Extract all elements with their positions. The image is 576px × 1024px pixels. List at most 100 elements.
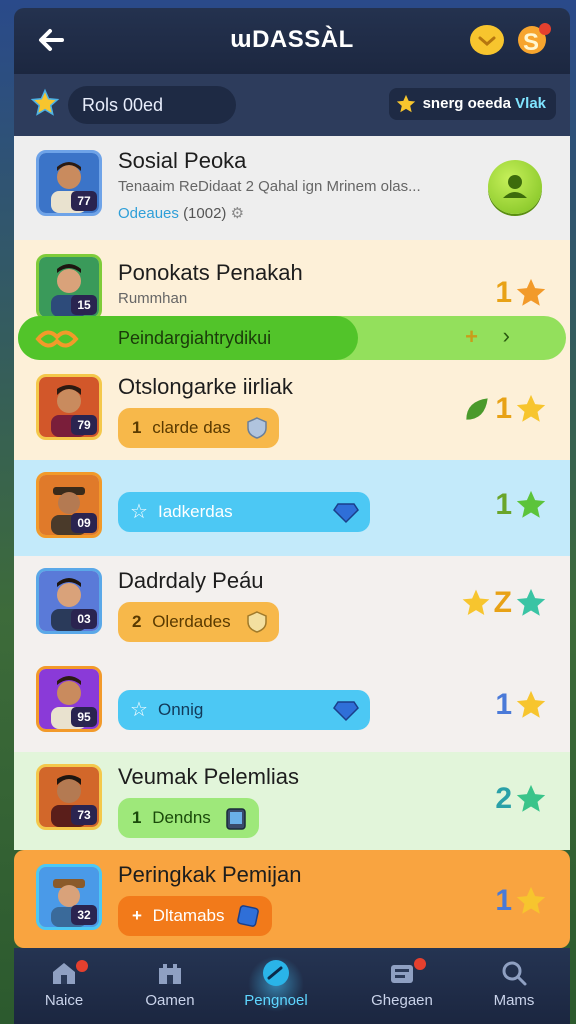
nav-label: Pengnoel <box>244 992 308 1009</box>
notification-dot <box>76 960 88 972</box>
list-item[interactable]: 03 Dadrdaly Peáu 2 Olerdades Z <box>14 556 570 654</box>
list-item[interactable]: 95 ☆ Onnig 1 <box>14 654 570 752</box>
plus-icon: + <box>465 324 478 349</box>
nav-item-leaderboard[interactable]: Pengnoel <box>226 956 326 1018</box>
player-name: Peringkak Pemijan <box>118 862 302 887</box>
leaderboard-list: 77 Sosial Peoka Tenaaim ReDidaat 2 Qahal… <box>14 136 570 948</box>
score: 2 <box>495 782 548 816</box>
star-icon <box>516 886 546 914</box>
score-value: 2 <box>495 782 512 815</box>
rank-bar: Rols 00ed snerg oeeda Vlak <box>14 74 570 136</box>
star-icon <box>516 784 546 812</box>
score: 1 <box>495 884 548 918</box>
search-icon <box>502 961 527 986</box>
level-badge: 95 <box>71 707 97 727</box>
achievement-badge[interactable]: 1 Dendns <box>118 798 259 838</box>
score: 1 <box>495 688 548 722</box>
add-friend-button[interactable] <box>488 160 542 214</box>
follower-label: Odeaues <box>118 205 179 222</box>
list-item[interactable]: 73 Veumak Pelemlias 1 Dendns 2 <box>14 752 570 850</box>
avatar: 77 <box>36 150 102 216</box>
tablet-icon <box>226 808 246 830</box>
shield-icon <box>246 611 267 633</box>
chat-icon <box>470 25 504 55</box>
gem-icon <box>333 503 359 524</box>
nav-label: Ghegaen <box>371 992 433 1009</box>
star-icon <box>396 94 415 113</box>
shield-icon <box>246 417 267 439</box>
achievement-badge[interactable]: ☆ Iadkerdas <box>118 492 370 532</box>
avatar: 03 <box>36 568 102 634</box>
player-name: Dadrdaly Peáu <box>118 568 264 593</box>
progress-label: Peindargiahtrydikui <box>118 328 272 348</box>
player-name: Sosial Peoka <box>118 148 247 173</box>
gem-icon <box>237 905 260 927</box>
nav-label: Oamen <box>145 992 195 1009</box>
chevron-right-icon: › <box>502 323 510 348</box>
level-badge: 77 <box>71 191 97 211</box>
list-item[interactable]: 79 Otslongarke iirliak 1 clarde das 1 <box>14 362 570 460</box>
player-name: Otslongarke iirliak <box>118 374 293 399</box>
level-badge: 15 <box>71 295 97 315</box>
gem-icon <box>333 701 359 722</box>
top-bar: ɯDASSÀL S <box>14 8 570 74</box>
score-value: 1 <box>495 488 512 521</box>
list-item[interactable]: 15 Ponokats Penakah Rummhan 1 Peindargia… <box>14 240 570 362</box>
achievement-badge[interactable]: 2 Olerdades <box>118 602 279 642</box>
progress-bar[interactable]: Peindargiahtrydikui + › <box>18 316 566 360</box>
bottom-nav: Naice Oamen Pengnoel Ghegaen Mams <box>14 948 570 1024</box>
level-badge: 03 <box>71 609 97 629</box>
score: Z <box>460 586 548 620</box>
rank-filter[interactable]: Rols 00ed <box>68 86 236 124</box>
score: 1 <box>495 276 548 310</box>
list-item[interactable]: 09 ☆ Iadkerdas 1 <box>14 460 570 556</box>
profile-icon: S <box>518 23 551 56</box>
score-value: 1 <box>495 276 512 309</box>
avatar: 73 <box>36 764 102 830</box>
nav-label: Mams <box>493 992 535 1009</box>
score-value: 1 <box>495 392 512 425</box>
chat-button[interactable] <box>468 22 506 60</box>
badge-text: Dltamabs <box>152 906 225 925</box>
badge-text: Olerdades <box>152 612 231 631</box>
list-item[interactable]: 77 Sosial Peoka Tenaaim ReDidaat 2 Qahal… <box>14 136 570 240</box>
star-icon <box>516 690 546 718</box>
star-icon <box>462 589 490 615</box>
avatar: 32 <box>36 864 102 930</box>
castle-icon <box>159 964 181 984</box>
star-icon <box>516 588 546 616</box>
follower-count: Odeaues (1002) ⚙ <box>118 204 244 222</box>
nav-item-search[interactable]: Mams <box>464 958 564 1018</box>
player-description: Tenaaim ReDidaat 2 Qahal ign Mrinem olas… <box>118 178 421 195</box>
level-badge: 79 <box>71 415 97 435</box>
score-value: Z <box>493 586 512 619</box>
nav-item-inbox[interactable]: Ghegaen <box>352 958 452 1018</box>
follower-number: (1002) <box>183 205 227 222</box>
level-badge: 09 <box>71 513 97 533</box>
badge-text: clarde das <box>152 418 231 437</box>
promo-highlight: Vlak <box>515 95 546 112</box>
star-icon <box>516 278 546 306</box>
achievement-badge[interactable]: ☆ Onnig <box>118 690 370 730</box>
leaf-icon <box>466 398 488 420</box>
badge-text: Iadkerdas <box>158 502 233 521</box>
user-add-icon <box>503 175 527 198</box>
nav-item-home[interactable]: Naice <box>14 958 114 1018</box>
badge-number: 1 <box>132 808 142 827</box>
player-name: Veumak Pelemlias <box>118 764 299 789</box>
promo-banner[interactable]: snerg oeeda Vlak <box>388 88 556 120</box>
badge-number: 1 <box>132 418 142 437</box>
nav-item-games[interactable]: Oamen <box>120 958 220 1018</box>
list-item[interactable]: 32 Peringkak Pemijan + Dltamabs 1 <box>14 850 570 948</box>
leaderboard-icon <box>263 960 289 986</box>
level-badge: 73 <box>71 805 97 825</box>
badge-text: Dendns <box>152 808 211 827</box>
achievement-badge[interactable]: 1 clarde das <box>118 408 279 448</box>
profile-button[interactable]: S <box>514 20 554 60</box>
achievement-badge[interactable]: + Dltamabs <box>118 896 273 936</box>
badge-number: + <box>132 906 142 925</box>
inbox-icon <box>391 965 413 983</box>
promo-text: snerg oeeda <box>422 95 511 112</box>
star-icon <box>516 490 546 518</box>
score-value: 1 <box>495 688 512 721</box>
